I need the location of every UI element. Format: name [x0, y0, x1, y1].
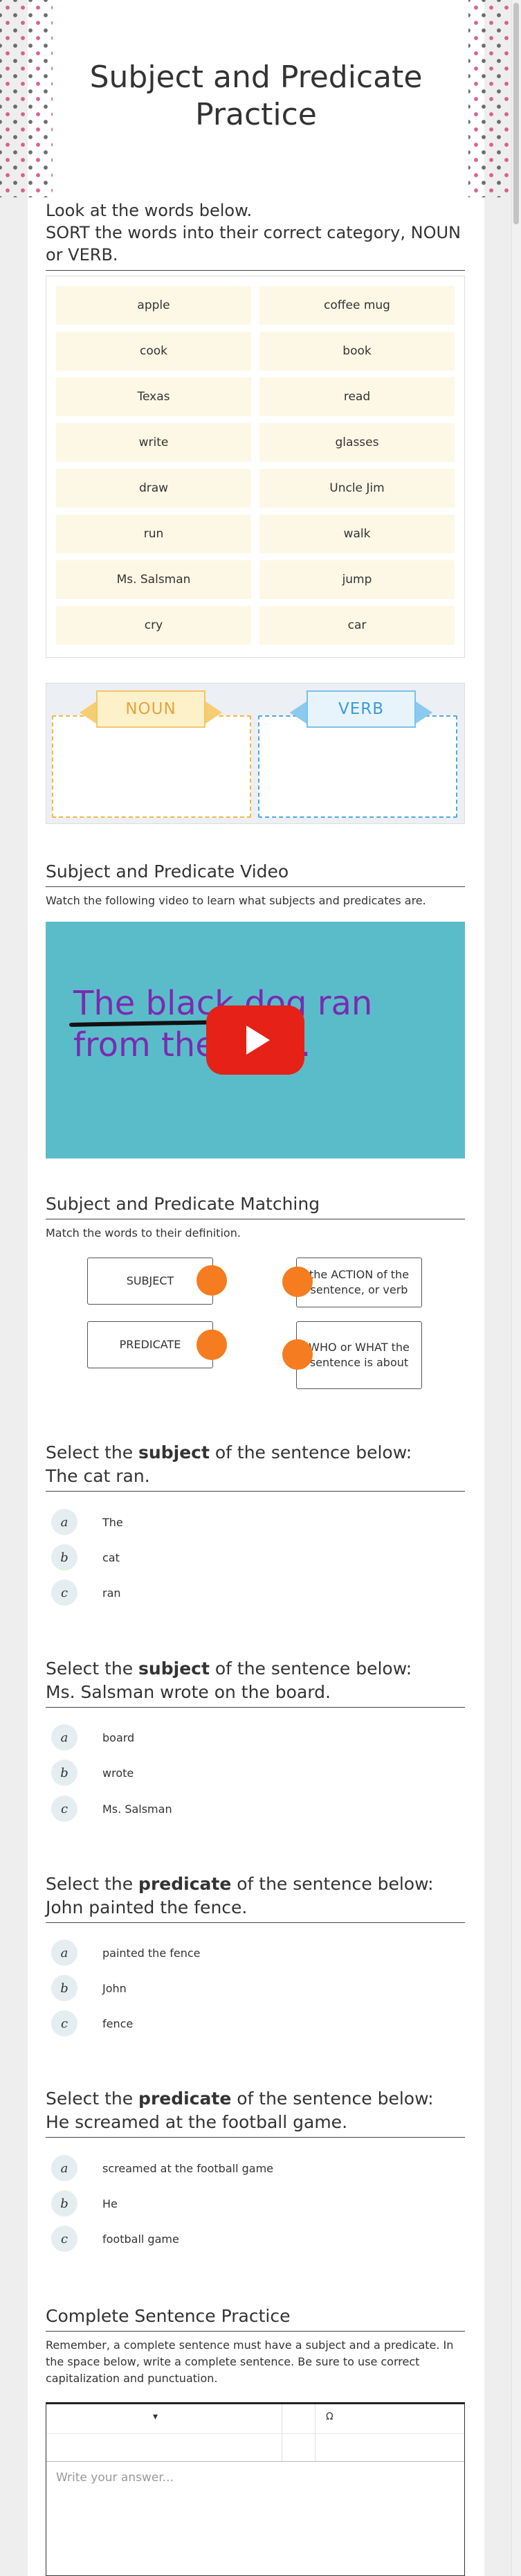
matching-instructions: Match the words to their definition.	[46, 1226, 241, 1240]
special-character-icon[interactable]: Ω	[326, 2411, 333, 2422]
answer-choice[interactable]: b He	[51, 2190, 397, 2217]
word-tile[interactable]: cry	[56, 606, 251, 645]
word-tile[interactable]: draw	[56, 469, 251, 508]
question-prompt: Select the subject of the sentence below…	[46, 1658, 412, 1679]
scrollbar[interactable]	[511, 0, 521, 2576]
choice-letter: a	[51, 2155, 77, 2181]
match-connector-dot[interactable]	[196, 1330, 227, 1360]
answer-choice[interactable]: b wrote	[51, 1759, 397, 1787]
scrollbar-thumb[interactable]	[513, 3, 519, 224]
question-sentence: Ms. Salsman wrote on the board.	[46, 1681, 465, 1708]
verb-bucket-label: VERB	[290, 690, 432, 728]
editor-toolbar: ▾ Ω	[46, 2404, 464, 2462]
answer-choice[interactable]: b John	[51, 1974, 397, 2002]
match-connector-dot[interactable]	[196, 1265, 227, 1296]
choice-letter: b	[51, 1544, 77, 1571]
choice-letter: a	[51, 1940, 77, 1966]
question-prompt: Select the predicate of the sentence bel…	[46, 2088, 434, 2109]
format-dropdown-icon[interactable]: ▾	[153, 2411, 158, 2422]
toolbar-divider	[315, 2404, 316, 2461]
answer-choice[interactable]: c Ms. Salsman	[51, 1795, 397, 1823]
word-tile[interactable]: cook	[56, 332, 251, 370]
video-heading: Subject and Predicate Video	[46, 860, 465, 887]
answer-choice[interactable]: a board	[51, 1724, 397, 1751]
answer-choice[interactable]: a screamed at the football game	[51, 2154, 397, 2182]
verb-drop-zone[interactable]	[258, 715, 457, 818]
answer-choice[interactable]: a painted the fence	[51, 1939, 397, 1967]
match-connector-dot[interactable]	[282, 1339, 313, 1370]
word-tile[interactable]: coffee mug	[259, 286, 455, 325]
video-instructions: Watch the following video to learn what …	[46, 894, 426, 907]
question-1: Select the subject of the sentence below…	[46, 1441, 465, 1492]
choice-letter: c	[51, 1580, 77, 1606]
page-title: Subject and Predicate Practice	[89, 60, 423, 132]
word-tile[interactable]: book	[259, 332, 455, 370]
question-sentence: John painted the fence.	[46, 1896, 465, 1923]
sort-instructions: Look at the words below. SORT the words …	[46, 199, 465, 271]
sort-buckets: NOUN VERB	[46, 683, 465, 824]
answer-choice[interactable]: b cat	[51, 1544, 397, 1571]
sort-instruction-line2: SORT the words into their correct catego…	[46, 222, 465, 271]
question-4: Select the predicate of the sentence bel…	[46, 2087, 465, 2138]
choice-letter: b	[51, 2190, 77, 2217]
choice-letter: a	[51, 1724, 77, 1751]
question-prompt: Select the predicate of the sentence bel…	[46, 1874, 434, 1894]
answer-choice[interactable]: c ran	[51, 1579, 397, 1607]
video-player[interactable]: The black dog ran from the yard.	[46, 922, 465, 1159]
noun-bucket-label: NOUN	[80, 690, 222, 728]
word-tile[interactable]: Ms. Salsman	[56, 560, 251, 599]
word-tile[interactable]: jump	[259, 560, 455, 599]
complete-sentence-section: Complete Sentence Practice Remember, a c…	[46, 2305, 465, 2387]
toolbar-row	[46, 2433, 464, 2434]
choice-letter: c	[51, 2226, 77, 2252]
word-tile[interactable]: write	[56, 423, 251, 462]
question-prompt: Select the subject of the sentence below…	[46, 1442, 412, 1463]
word-tile[interactable]: read	[259, 377, 455, 416]
word-tile[interactable]: Uncle Jim	[259, 469, 455, 508]
video-section-header: Subject and Predicate Video Watch the fo…	[46, 860, 465, 909]
match-definition-action[interactable]: the ACTION of the sentence, or verb	[296, 1258, 422, 1307]
answer-choice[interactable]: c fence	[51, 2010, 397, 2037]
word-tile[interactable]: apple	[56, 286, 251, 325]
play-button-icon[interactable]	[206, 1005, 304, 1075]
question-keyword: subject	[138, 1658, 210, 1679]
question-keyword: subject	[138, 1442, 210, 1463]
answer-placeholder[interactable]: Write your answer...	[56, 2471, 174, 2485]
choice-letter: c	[51, 1796, 77, 1822]
choice-letter: b	[51, 1760, 77, 1786]
choice-letter: a	[51, 1509, 77, 1535]
match-connector-dot[interactable]	[282, 1267, 313, 1297]
sort-instruction-line1: Look at the words below.	[46, 201, 253, 220]
complete-heading: Complete Sentence Practice	[46, 2305, 465, 2332]
complete-instructions: Remember, a complete sentence must have …	[46, 2338, 454, 2385]
match-term-subject[interactable]: SUBJECT	[87, 1258, 213, 1305]
word-tile[interactable]: glasses	[259, 423, 455, 462]
match-definition-who-what[interactable]: WHO or WHAT the sentence is about	[296, 1321, 422, 1389]
question-sentence: He screamed at the football game.	[46, 2111, 465, 2138]
word-tile[interactable]: car	[259, 606, 455, 645]
matching-section-header: Subject and Predicate Matching Match the…	[46, 1192, 465, 1242]
choice-letter: c	[51, 2010, 77, 2037]
matching-heading: Subject and Predicate Matching	[46, 1192, 465, 1219]
question-sentence: The cat ran.	[46, 1465, 465, 1492]
question-2: Select the subject of the sentence below…	[46, 1657, 465, 1708]
question-keyword: predicate	[138, 2088, 232, 2109]
word-tile[interactable]: run	[56, 515, 251, 553]
answer-choice[interactable]: a The	[51, 1508, 397, 1536]
sort-word-bank: apple cook Texas write draw run Ms. Sals…	[46, 276, 465, 658]
match-term-predicate[interactable]: PREDICATE	[87, 1321, 213, 1368]
choice-letter: b	[51, 1975, 77, 2001]
question-3: Select the predicate of the sentence bel…	[46, 1872, 465, 1923]
word-tile[interactable]: Texas	[56, 377, 251, 416]
answer-choice[interactable]: c football game	[51, 2225, 397, 2253]
answer-editor[interactable]: ▾ Ω Write your answer...	[46, 2402, 465, 2576]
question-keyword: predicate	[138, 1874, 232, 1894]
word-tile[interactable]: walk	[259, 515, 455, 553]
noun-drop-zone[interactable]	[52, 715, 251, 818]
